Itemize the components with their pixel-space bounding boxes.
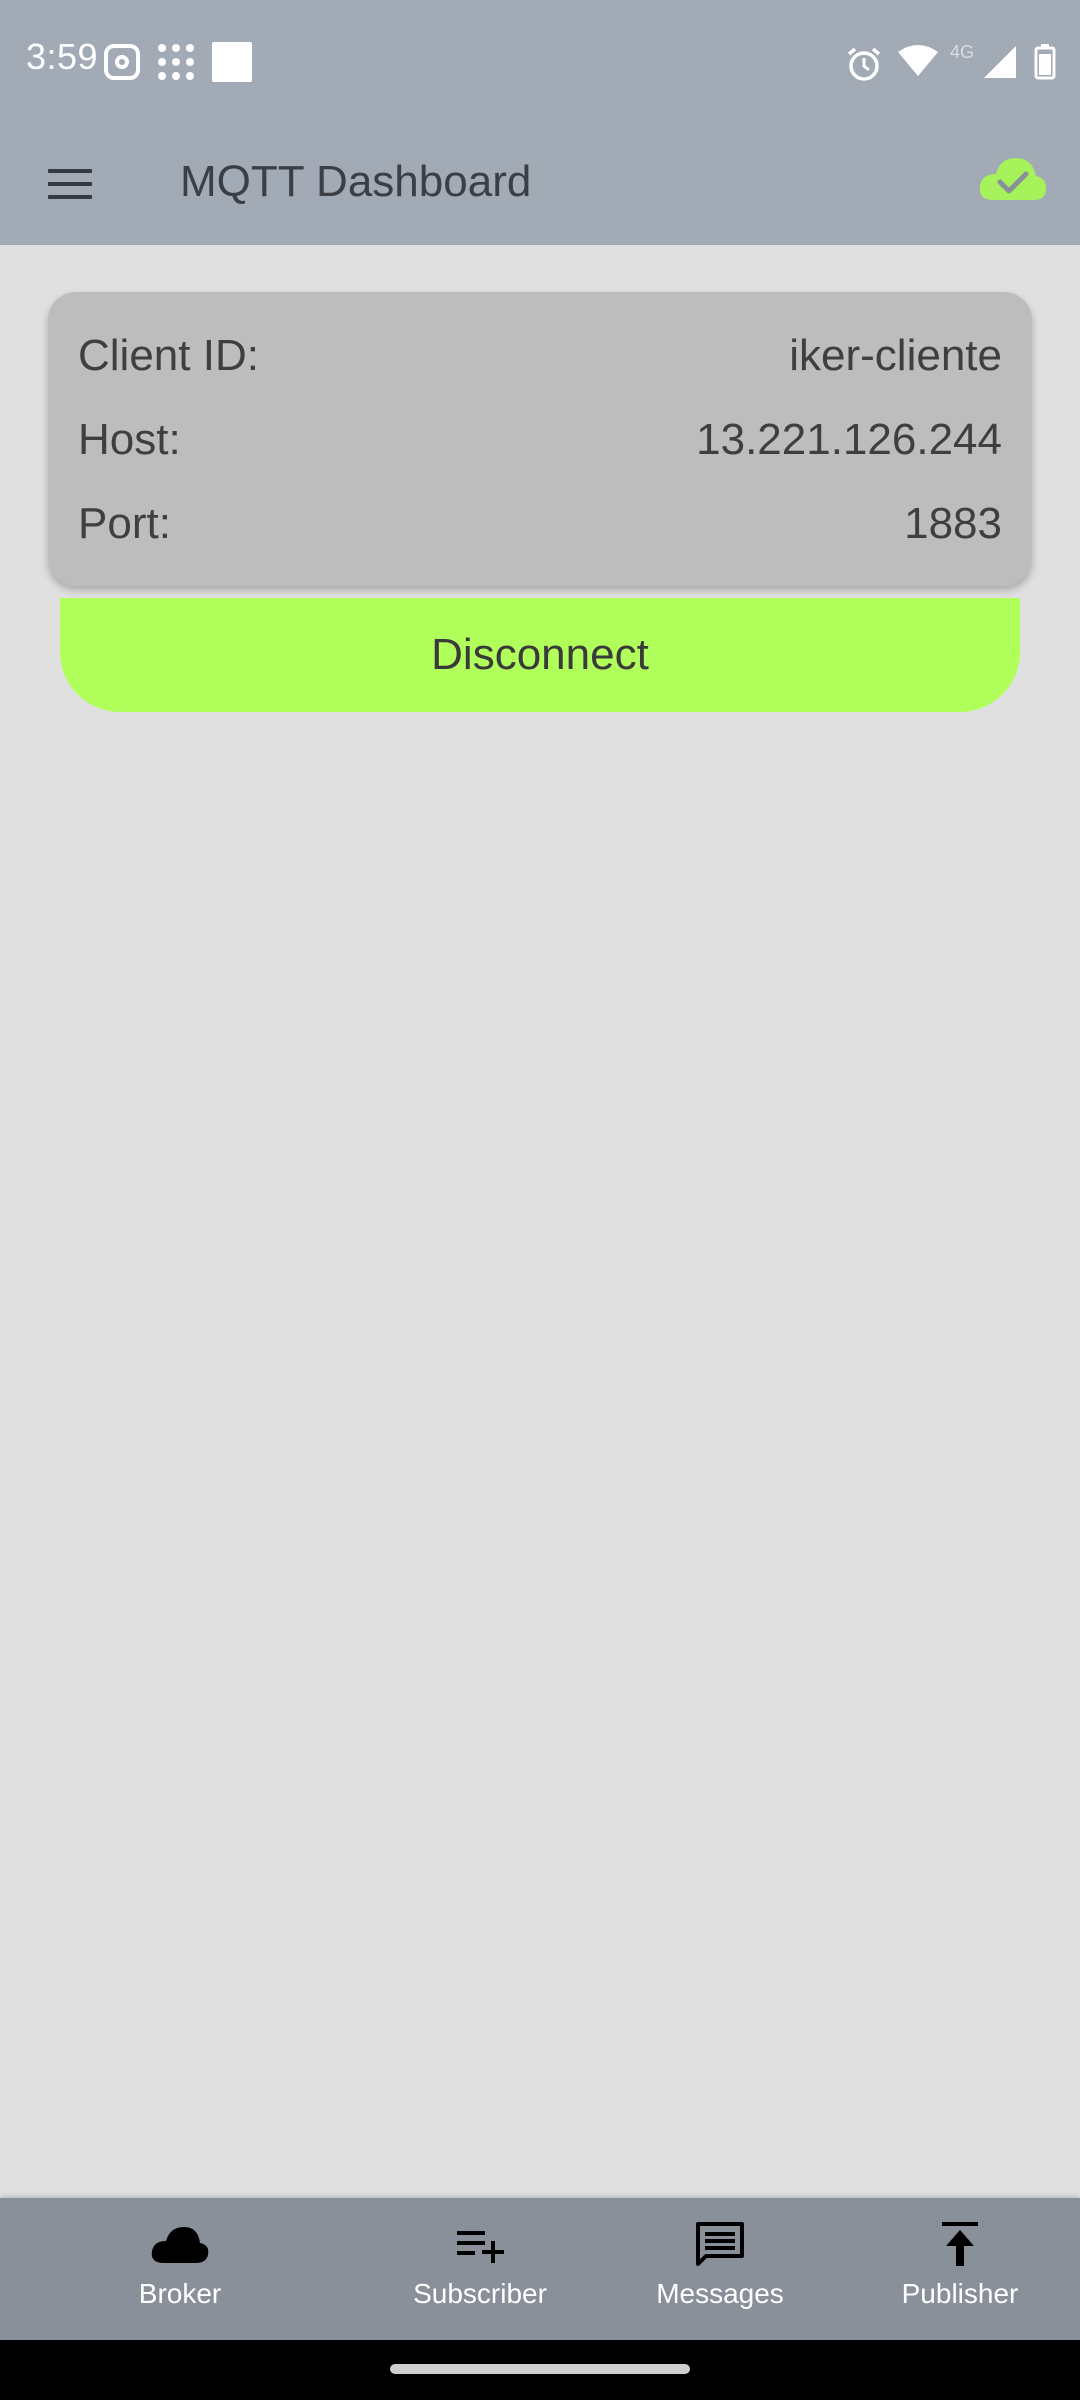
battery-icon [1034,44,1056,85]
nav-item-publisher[interactable]: Publisher [840,2198,1080,2340]
publish-icon [930,2220,990,2270]
system-gesture-area [0,2340,1080,2400]
connection-info-card: Client ID: iker-cliente Host: 13.221.126… [48,292,1032,586]
nav-label-publisher: Publisher [901,2278,1019,2309]
port-row: Port: 1883 [78,494,1002,554]
app-bar: MQTT Dashboard [0,124,1080,245]
instagram-icon [104,44,140,80]
message-icon [690,2220,750,2270]
alarm-icon [846,46,882,87]
page-title: MQTT Dashboard [180,157,532,206]
nav-label-messages: Messages [656,2278,784,2309]
hamburger-menu-icon[interactable] [46,160,94,208]
wifi-icon [898,44,938,83]
port-label: Port: [78,499,171,548]
port-value: 1883 [904,499,1002,548]
apps-dots-icon [156,42,196,82]
disconnect-button[interactable]: Disconnect [60,598,1020,712]
status-time: 3:59 [26,36,99,77]
nav-item-subscriber[interactable]: Subscriber [360,2198,600,2340]
nav-label-subscriber: Subscriber [413,2278,547,2309]
host-row: Host: 13.221.126.244 [78,410,1002,470]
client-id-row: Client ID: iker-cliente [78,326,1002,386]
cloud-check-icon [976,150,1048,210]
host-value: 13.221.126.244 [696,415,1002,464]
nav-item-messages[interactable]: Messages [600,2198,840,2340]
notification-square-icon [212,42,252,82]
nav-label-broker: Broker [138,2278,222,2309]
home-gesture-handle[interactable] [390,2364,690,2374]
playlist-add-icon [450,2220,510,2270]
bottom-navigation: Broker Subscriber Messages Publisher [0,2198,1080,2340]
host-label: Host: [78,415,181,464]
client-id-label: Client ID: [78,331,259,380]
client-id-value: iker-cliente [789,331,1002,380]
screen: 3:59 4G MQTT Dashboard Client ID: iker-c… [0,0,1080,2400]
cloud-icon [150,2220,210,2270]
nav-item-broker[interactable]: Broker [60,2198,300,2340]
status-bar: 3:59 4G [0,0,1080,124]
network-type-label: 4G [950,42,975,62]
signal-icon [982,44,1018,85]
